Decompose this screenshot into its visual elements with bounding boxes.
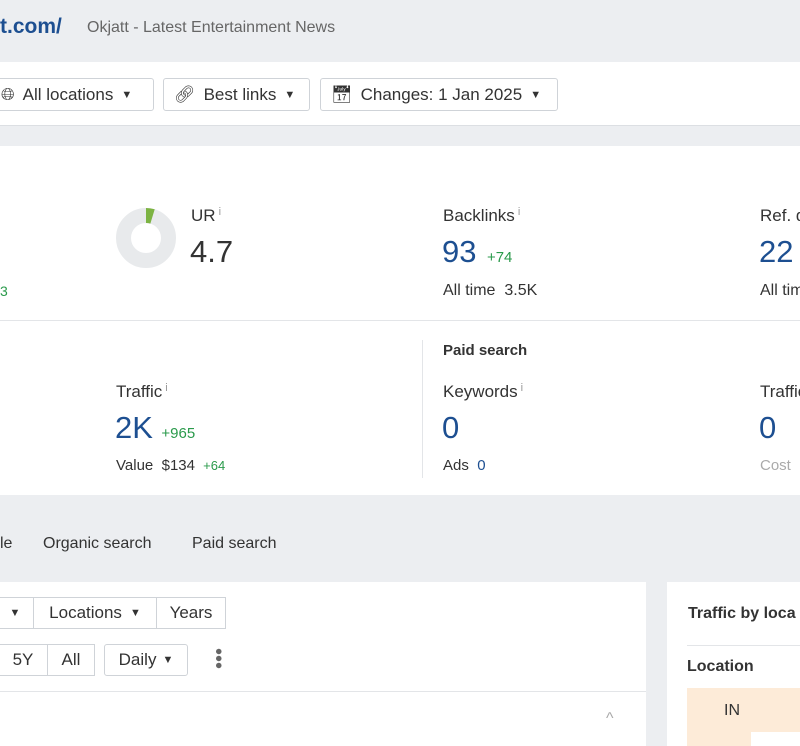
link-icon: 🔗︎	[174, 84, 196, 104]
ads-row: Ads 0	[443, 457, 486, 474]
backlinks-value[interactable]: 93	[442, 234, 476, 269]
location-column-header: Location	[687, 658, 754, 675]
backlinks-value-row: 93 +74	[442, 234, 512, 270]
tab-organic-search[interactable]: Organic search	[43, 535, 152, 553]
left-delta: 3	[0, 283, 8, 299]
paid-keywords-label: Keywords i	[443, 382, 524, 401]
range-all[interactable]: All	[47, 644, 95, 676]
collapse-chevron-icon[interactable]: ^	[606, 710, 614, 728]
traffic-delta: +965	[161, 425, 196, 442]
info-icon: i	[520, 382, 524, 394]
years-toggle[interactable]: Years	[156, 597, 226, 629]
traffic-value[interactable]: 2K	[115, 410, 153, 445]
divider	[687, 645, 800, 646]
info-icon: i	[517, 206, 521, 218]
backlinks-label: Backlinks i	[443, 206, 521, 225]
site-title: Okjatt - Latest Entertainment News	[87, 19, 336, 36]
paid-keywords-value[interactable]: 0	[442, 410, 459, 446]
paid-search-heading: Paid search	[443, 342, 528, 359]
chart-panel: ▼ Locations ▼ Years 5Y All Daily ▼ ••• ^	[0, 582, 646, 746]
more-options-icon[interactable]: •••	[207, 648, 229, 669]
interval-dropdown[interactable]: Daily ▼	[104, 644, 188, 676]
toolbar: 🌐︎ All locations ▼ 🔗︎ Best links ▼ 📅︎ Changes…	[0, 62, 800, 126]
backlinks-all-time: All time 3.5K	[443, 282, 538, 299]
location-code: IN	[724, 702, 740, 719]
traffic-value-sub: Value $134 +64	[116, 457, 226, 474]
tab-overview[interactable]: le	[0, 535, 12, 553]
locations-dropdown[interactable]: 🌐︎ All locations ▼	[0, 78, 154, 111]
ur-donut	[116, 208, 176, 268]
caret-down-icon: ▼	[129, 607, 141, 619]
traffic-by-location-panel: Traffic by loca Location IN	[667, 582, 800, 746]
ur-donut-track	[116, 208, 176, 268]
panel-title: Traffic by loca	[688, 605, 796, 622]
changes-label: Changes: 1 Jan 2025	[360, 84, 523, 104]
overview-card: 3 UR i 4.7 Backlinks i 93 +74 All time 3.5…	[0, 146, 800, 495]
links-label: Best links	[203, 84, 277, 104]
paid-traffic-label: Traffic	[760, 382, 800, 401]
domain-link[interactable]: t.com/	[0, 15, 62, 39]
backlinks-delta: +74	[486, 249, 513, 266]
ref-all-time: All tim	[760, 282, 800, 299]
location-bar	[687, 732, 751, 746]
header: t.com/ Okjatt - Latest Entertainment New…	[0, 0, 800, 62]
changes-dropdown[interactable]: 📅︎ Changes: 1 Jan 2025 ▼	[320, 78, 558, 111]
divider	[0, 691, 646, 692]
info-icon: i	[165, 382, 168, 394]
range-5y[interactable]: 5Y	[0, 644, 48, 676]
links-dropdown[interactable]: 🔗︎ Best links ▼	[163, 78, 310, 111]
location-row[interactable]: IN	[687, 688, 800, 732]
filter-dropdown[interactable]: ▼	[0, 597, 34, 629]
traffic-label: Traffic i	[116, 382, 168, 401]
caret-down-icon: ▼	[9, 607, 21, 619]
ur-value: 4.7	[190, 234, 234, 269]
divider	[0, 320, 800, 321]
tab-paid-search[interactable]: Paid search	[192, 535, 277, 553]
vertical-divider	[422, 340, 423, 478]
paid-traffic-value[interactable]: 0	[759, 410, 776, 446]
calendar-icon: 📅︎	[331, 84, 353, 104]
info-icon: i	[218, 206, 222, 218]
locations-label: All locations	[22, 84, 114, 104]
ref-domains-value[interactable]: 22	[759, 234, 793, 270]
locations-filter[interactable]: Locations ▼	[33, 597, 157, 629]
caret-down-icon: ▼	[530, 88, 542, 101]
caret-down-icon: ▼	[121, 88, 133, 101]
globe-icon: 🌐︎	[1, 84, 15, 104]
ref-domains-label: Ref. d	[760, 206, 800, 225]
cost-label: Cost	[760, 457, 791, 474]
caret-down-icon: ▼	[284, 88, 296, 101]
caret-down-icon: ▼	[162, 654, 174, 666]
ur-label: UR i	[191, 206, 222, 225]
traffic-value-row: 2K +965	[115, 410, 195, 446]
